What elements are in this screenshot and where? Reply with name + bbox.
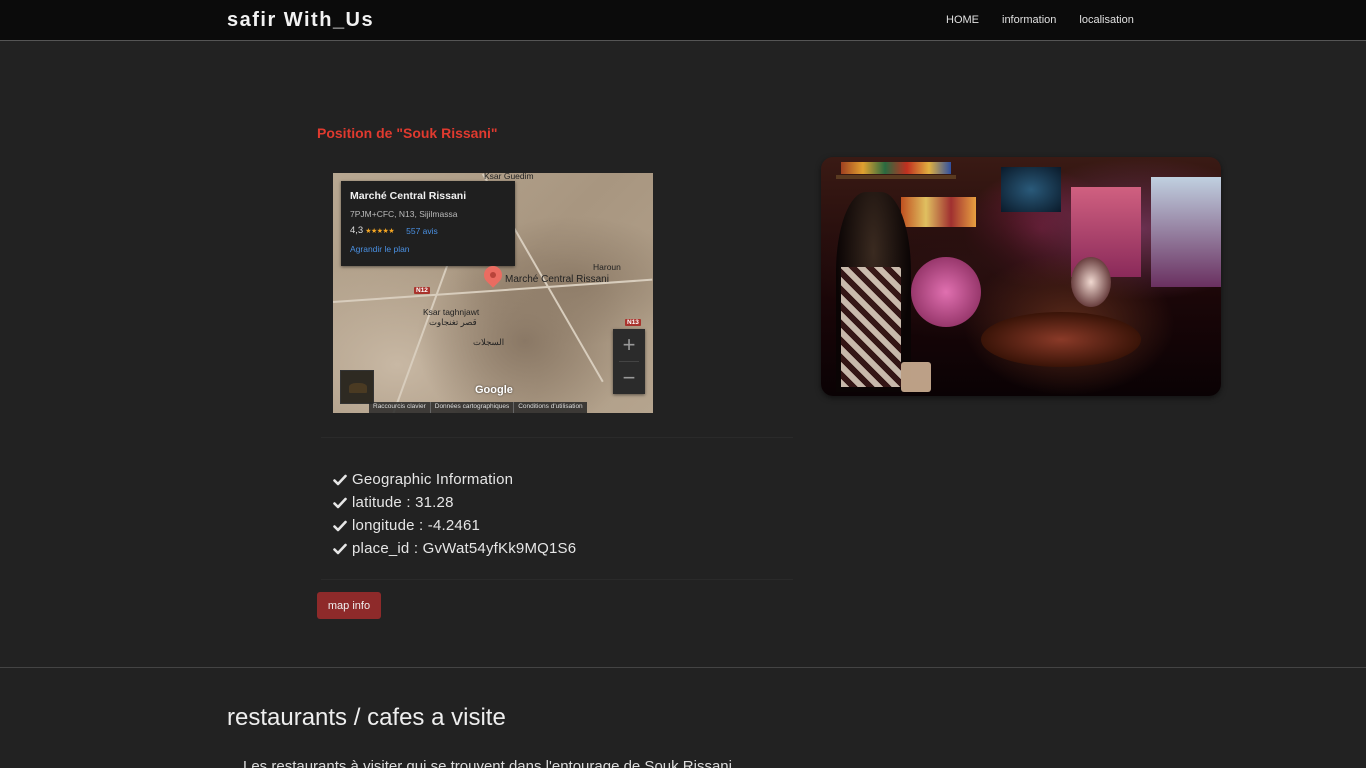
terms-link[interactable]: Conditions d'utilisation <box>514 402 586 413</box>
check-icon <box>333 520 347 531</box>
rating-value: 4,3 <box>350 225 364 236</box>
map-label-marche: Marché Central Rissani <box>505 274 609 285</box>
restaurants-intro: Les restaurants à visiter qui se trouven… <box>243 758 732 768</box>
map-label-ksar-taghnjawt: Ksar taghnjawt <box>423 307 480 317</box>
enlarge-map-link[interactable]: Agrandir le plan <box>350 244 506 254</box>
list-item: longitude : -4.2461 <box>333 514 576 537</box>
place-rating: 4,3 ★★★★★ 557 avis <box>350 225 506 236</box>
geo-latitude: latitude : 31.28 <box>352 494 454 511</box>
zoom-controls: + − <box>613 329 645 394</box>
keyboard-shortcuts-link[interactable]: Raccourcis clavier <box>369 402 431 413</box>
star-rating-icon: ★★★★★ <box>365 227 395 235</box>
map-info-button[interactable]: map info <box>317 592 381 619</box>
map-shield-n12: N12 <box>414 287 430 294</box>
check-icon <box>333 497 347 508</box>
reviews-link[interactable]: 557 avis <box>406 226 438 236</box>
map-type-toggle[interactable] <box>341 371 373 403</box>
nav-links: HOME information localisation <box>936 0 1144 40</box>
list-item: latitude : 31.28 <box>333 491 576 514</box>
map-label-haroun: Haroun <box>593 262 621 272</box>
zoom-out-button[interactable]: − <box>613 362 645 394</box>
nav-link-home[interactable]: HOME <box>936 14 989 26</box>
geo-info-panel: Geographic Information latitude : 31.28 … <box>321 455 793 580</box>
map-label-ksar-guedim: Ksar Guedim <box>484 173 534 181</box>
section-divider <box>0 667 1366 668</box>
navbar: safir With_Us HOME information localisat… <box>0 0 1366 41</box>
geo-heading: Geographic Information <box>352 471 514 488</box>
list-item: place_id : GvWat54yfKk9MQ1S6 <box>333 537 576 560</box>
place-address: 7PJM+CFC, N13, Sijilmassa <box>350 209 458 219</box>
place-name: Marché Central Rissani <box>350 190 467 202</box>
geo-longitude: longitude : -4.2461 <box>352 517 481 534</box>
restaurants-heading: restaurants / cafes a visite <box>227 704 506 731</box>
check-icon <box>333 474 347 485</box>
google-map[interactable]: Ksar Guedim Haroun Marché Central Rissan… <box>333 173 653 413</box>
map-container: Ksar Guedim Haroun Marché Central Rissan… <box>321 160 793 438</box>
map-data-link[interactable]: Données cartographiques <box>431 402 515 413</box>
place-info-card: Marché Central Rissani 7PJM+CFC, N13, Si… <box>341 181 515 266</box>
google-logo: Google <box>475 384 513 396</box>
zoom-in-button[interactable]: + <box>613 329 645 361</box>
geo-place-id: place_id : GvWat54yfKk9MQ1S6 <box>352 540 577 557</box>
position-title: Position de "Souk Rissani" <box>317 125 498 141</box>
map-attribution: Raccourcis clavier Données cartographiqu… <box>369 402 587 413</box>
brand-logo[interactable]: safir With_Us <box>227 9 374 32</box>
nav-link-information[interactable]: information <box>992 14 1066 26</box>
map-pin-icon[interactable] <box>480 262 506 288</box>
nav-link-localisation[interactable]: localisation <box>1069 14 1143 26</box>
list-item: Geographic Information <box>333 468 576 491</box>
map-shield-n13: N13 <box>625 319 641 326</box>
map-label-ksar-arabic: قصر تغنجاوت <box>429 317 477 327</box>
souk-photo <box>821 157 1221 396</box>
geo-info-list: Geographic Information latitude : 31.28 … <box>333 468 576 560</box>
map-label-sijilmassa-arabic: السجلات <box>473 337 505 347</box>
check-icon <box>333 543 347 554</box>
